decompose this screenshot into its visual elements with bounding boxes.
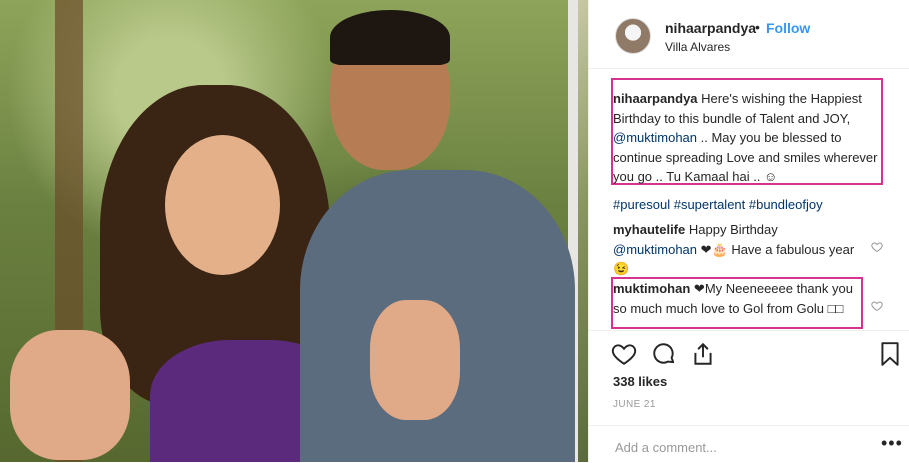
follow-button[interactable]: Follow	[766, 20, 810, 36]
photo-woman-face	[165, 135, 280, 275]
add-comment-bar: •••	[589, 425, 909, 463]
bookmark-icon[interactable]	[877, 341, 903, 367]
caption-username[interactable]: nihaarpandya	[613, 91, 698, 106]
likes-count[interactable]: 338 likes	[613, 374, 667, 389]
add-comment-input[interactable]	[613, 437, 867, 457]
heart-icon[interactable]	[611, 341, 637, 367]
photo-man-hair	[330, 10, 450, 65]
comment-icon[interactable]	[651, 341, 677, 367]
header-location[interactable]: Villa Alvares	[665, 40, 730, 54]
post-side-panel: nihaarpandya • Follow Villa Alvares niha…	[588, 0, 909, 462]
comment-item: myhautelife Happy Birthday @muktimohan ❤…	[613, 220, 863, 279]
comment-like-heart-icon[interactable]	[871, 241, 883, 253]
more-options-button[interactable]: •••	[881, 433, 903, 454]
post-caption: nihaarpandya Here's wishing the Happiest…	[613, 89, 879, 187]
comment-like-heart-icon[interactable]	[871, 300, 883, 312]
post-header: nihaarpandya • Follow Villa Alvares	[589, 0, 909, 69]
comment-username[interactable]: muktimohan	[613, 281, 690, 296]
header-separator-dot: •	[755, 19, 760, 35]
photo-hand-right	[370, 300, 460, 420]
action-bar	[589, 330, 909, 376]
comment-mention[interactable]: @muktimohan	[613, 242, 697, 257]
comment-username[interactable]: myhautelife	[613, 222, 685, 237]
header-username[interactable]: nihaarpandya	[665, 20, 756, 36]
comment-item: muktimohan ❤My Neeneeeee thank you so mu…	[613, 279, 861, 327]
post-date[interactable]: JUNE 21	[613, 399, 656, 410]
caption-mention[interactable]: @muktimohan	[613, 130, 697, 145]
hashtags[interactable]: #puresoul #supertalent #bundleofjoy	[613, 197, 823, 212]
photo-hand-left	[10, 330, 130, 460]
share-icon[interactable]	[690, 341, 716, 367]
comment-text-1: Happy Birthday	[688, 222, 778, 237]
post-photo[interactable]	[0, 0, 588, 462]
avatar[interactable]	[615, 18, 651, 54]
